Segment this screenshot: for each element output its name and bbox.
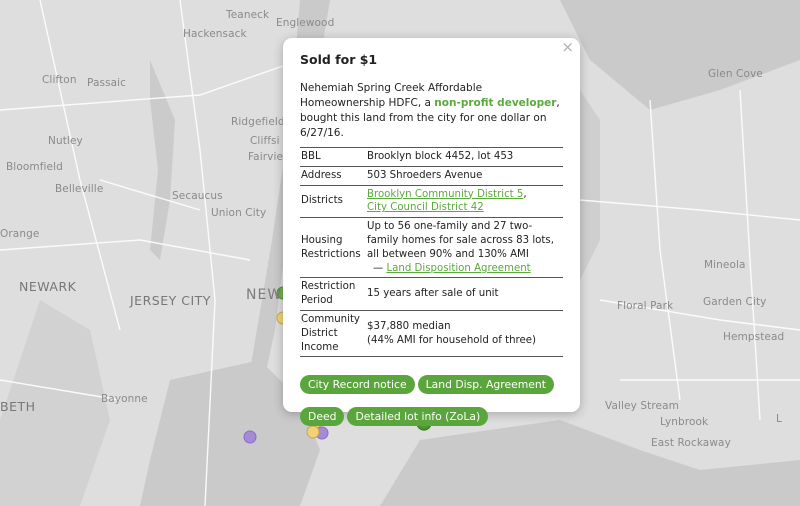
details-table: BBL Brooklyn block 4452, lot 453 Address… bbox=[300, 147, 563, 357]
label-teaneck: Teaneck bbox=[226, 9, 270, 21]
row-value: $37,880 median (44% AMI for household of… bbox=[367, 310, 563, 356]
label-fairview: Fairvie bbox=[248, 151, 284, 163]
land-disp-button[interactable]: Land Disp. Agreement bbox=[417, 375, 554, 395]
housing-dash: — bbox=[373, 262, 387, 274]
label-englewood: Englewood bbox=[276, 17, 335, 29]
city-record-button[interactable]: City Record notice bbox=[300, 375, 415, 395]
row-key: Community District Income bbox=[301, 313, 360, 353]
land-disposition-link[interactable]: Land Disposition Agreement bbox=[386, 263, 530, 274]
table-row-districts: Districts Brooklyn Community District 5,… bbox=[300, 185, 563, 218]
housing-restrictions-text: Up to 56 one-family and 27 two-family ho… bbox=[367, 221, 554, 260]
label-orange: Orange bbox=[0, 228, 40, 240]
row-value: 15 years after sale of unit bbox=[367, 288, 499, 300]
row-key: Restriction Period bbox=[301, 281, 356, 307]
label-newark: NEWARK bbox=[19, 279, 77, 294]
map-marker-purple bbox=[243, 430, 257, 444]
label-bayonne: Bayonne bbox=[101, 393, 148, 405]
row-key: Housing Restrictions bbox=[301, 234, 361, 260]
label-secaucus: Secaucus bbox=[172, 190, 223, 202]
table-row-bbl: BBL Brooklyn block 4452, lot 453 bbox=[300, 147, 563, 167]
community-district-link[interactable]: Brooklyn Community District 5 bbox=[367, 189, 523, 200]
non-profit-developer-link[interactable]: non-profit developer bbox=[434, 97, 556, 109]
row-key: BBL bbox=[301, 151, 321, 162]
property-popup: × Sold for $1 Nehemiah Spring Creek Affo… bbox=[283, 38, 580, 427]
label-hempstead: Hempstead bbox=[723, 331, 785, 343]
link-buttons: City Record notice Land Disp. Agreement D… bbox=[300, 373, 565, 437]
zola-button[interactable]: Detailed lot info (ZoLa) bbox=[347, 407, 489, 427]
table-row-income: Community District Income $37,880 median… bbox=[300, 310, 563, 357]
table-row-address: Address 503 Shroeders Avenue bbox=[300, 166, 563, 186]
row-value: Brooklyn block 4452, lot 453 bbox=[367, 151, 514, 162]
label-ridgefield: Ridgefield bbox=[231, 116, 285, 128]
label-mineola: Mineola bbox=[704, 259, 746, 271]
label-east-rockaway: East Rockaway bbox=[651, 437, 731, 449]
row-key: Districts bbox=[301, 195, 343, 207]
income-ami: (44% AMI for household of three) bbox=[367, 334, 537, 346]
label-garden-city: Garden City bbox=[703, 296, 767, 308]
popup-intro: Nehemiah Spring Creek Affordable Homeown… bbox=[300, 81, 564, 141]
label-belleville: Belleville bbox=[55, 183, 104, 195]
row-key: Address bbox=[301, 169, 342, 181]
label-glen-cove: Glen Cove bbox=[708, 68, 763, 80]
row-value: Up to 56 one-family and 27 two-family ho… bbox=[367, 218, 563, 278]
label-bloomfield: Bloomfield bbox=[6, 161, 63, 173]
label-nutley: Nutley bbox=[48, 135, 83, 147]
label-lb: L bbox=[776, 413, 782, 425]
district-separator: , bbox=[523, 188, 527, 200]
deed-button[interactable]: Deed bbox=[300, 407, 345, 427]
table-row-housing: Housing Restrictions Up to 56 one-family… bbox=[300, 218, 563, 278]
row-value: Brooklyn Community District 5, City Coun… bbox=[367, 185, 563, 218]
row-value: 503 Shroeders Avenue bbox=[367, 169, 483, 181]
table-row-period: Restriction Period 15 years after sale o… bbox=[300, 278, 563, 311]
label-valley-stream: Valley Stream bbox=[605, 400, 679, 412]
popup-title: Sold for $1 bbox=[300, 52, 378, 67]
council-district-link[interactable]: City Council District 42 bbox=[367, 202, 484, 213]
label-union-city: Union City bbox=[211, 207, 267, 219]
income-median: $37,880 median bbox=[367, 320, 451, 332]
label-lynbrook: Lynbrook bbox=[660, 416, 709, 428]
label-jersey-city: JERSEY CITY bbox=[130, 293, 211, 308]
label-hackensack: Hackensack bbox=[183, 28, 247, 40]
label-new-york: NEW bbox=[246, 287, 283, 303]
label-elizabeth: BETH bbox=[0, 399, 36, 414]
label-clifton: Clifton bbox=[42, 74, 77, 86]
label-cliffside: Cliffsi bbox=[250, 135, 280, 147]
close-icon[interactable]: × bbox=[561, 40, 574, 55]
label-floral-park: Floral Park bbox=[617, 300, 674, 312]
label-passaic: Passaic bbox=[87, 77, 127, 89]
